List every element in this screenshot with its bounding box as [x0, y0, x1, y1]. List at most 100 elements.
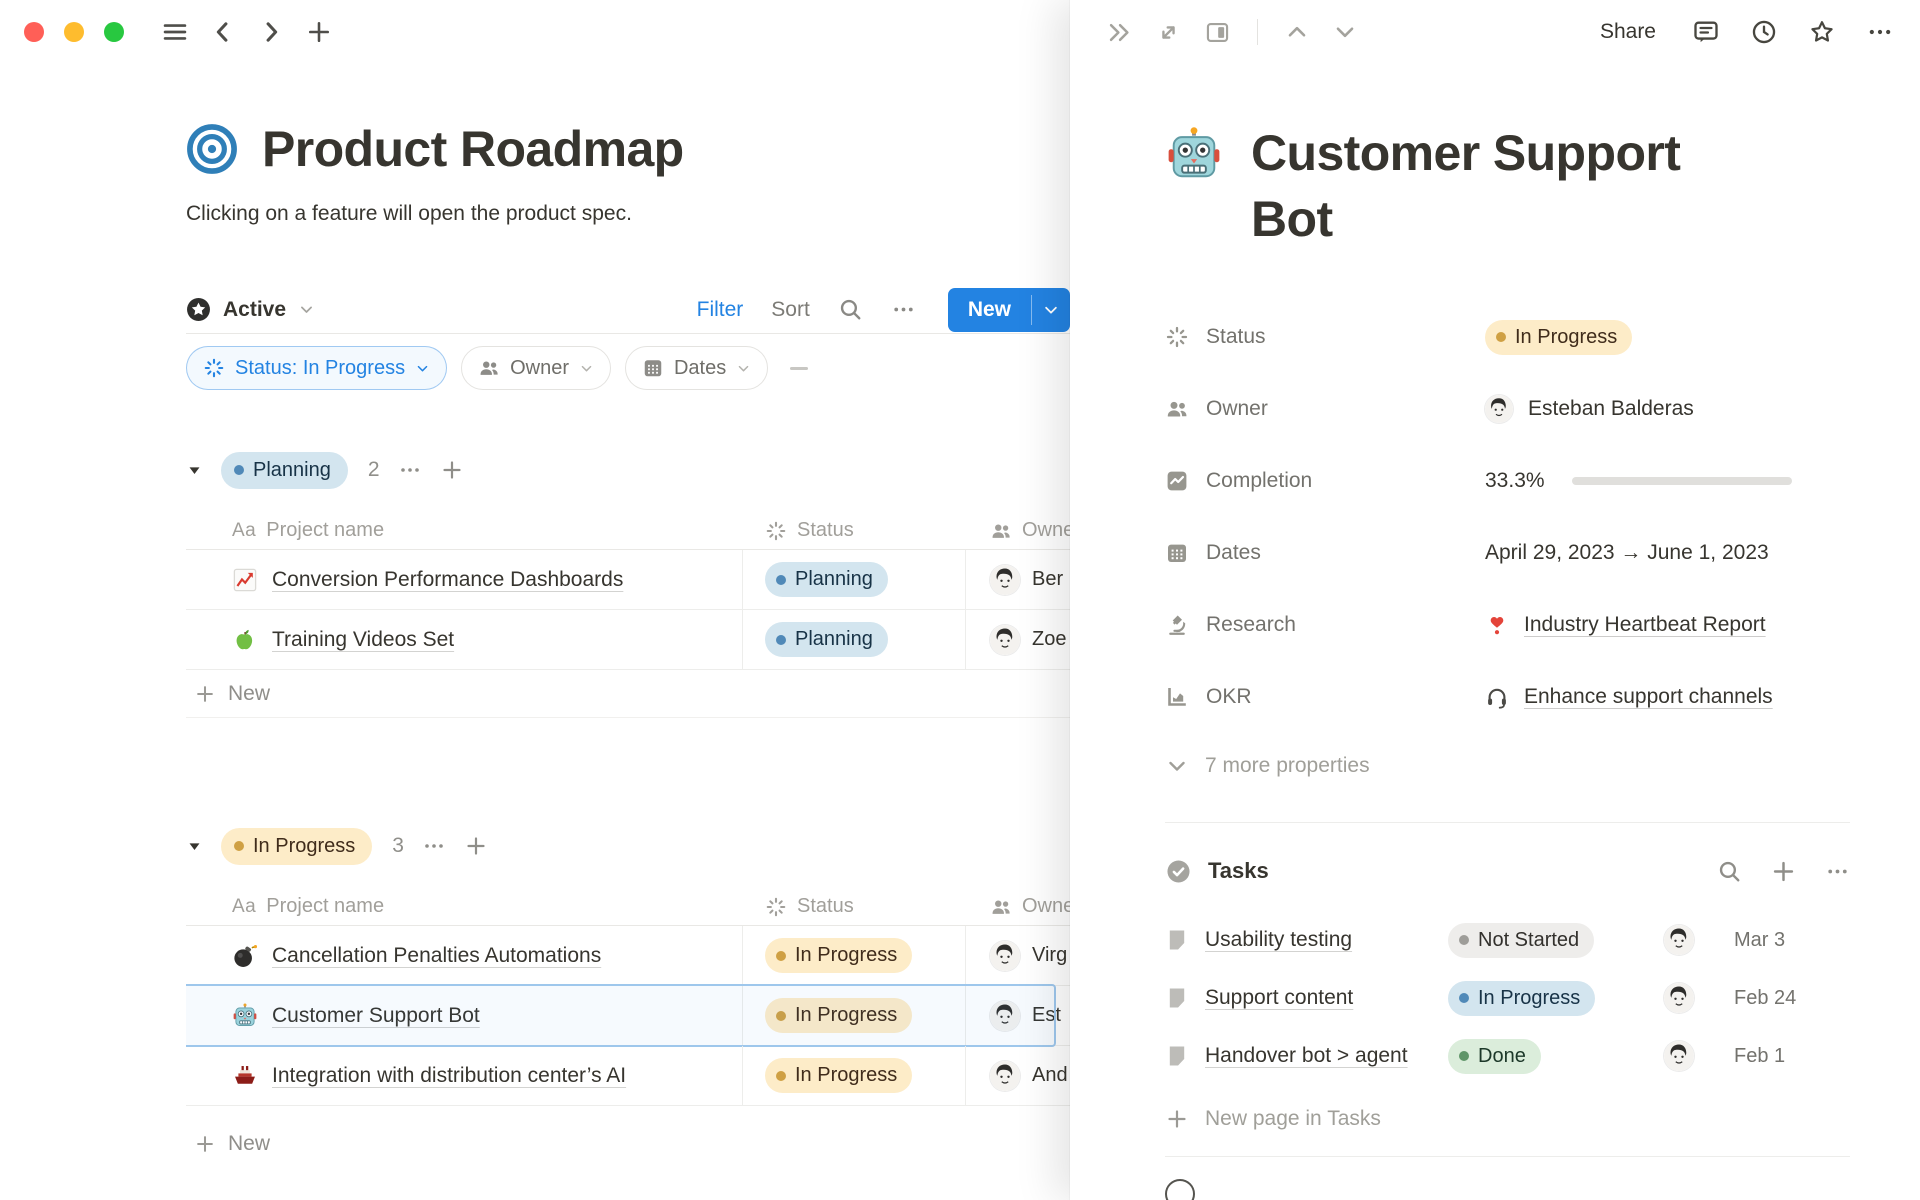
page-link[interactable]: Training Videos Set [232, 627, 454, 653]
peek-page-title: Customer Support Bot [1251, 120, 1771, 252]
property-label[interactable]: Owner [1165, 397, 1485, 421]
chevron-down-icon [579, 361, 594, 376]
group-toggle[interactable] [186, 838, 203, 855]
table-row[interactable]: Integration with distribution center’s A… [186, 1046, 1070, 1106]
task-link[interactable]: Usability testing [1165, 928, 1448, 952]
close-peek-button[interactable] [1106, 19, 1133, 46]
property-status: Status In Progress [1165, 312, 1850, 362]
zoom-window-button[interactable] [104, 22, 124, 42]
property-label[interactable]: Dates [1165, 541, 1485, 565]
robot-page-icon[interactable] [1165, 126, 1223, 184]
history-button[interactable] [1750, 18, 1778, 46]
minimize-window-button[interactable] [64, 22, 84, 42]
page-link[interactable]: Cancellation Penalties Automations [232, 943, 601, 969]
group-more-button[interactable] [422, 834, 446, 858]
property-label[interactable]: Completion [1165, 469, 1485, 493]
tasks-title[interactable]: Tasks [1208, 858, 1269, 884]
close-window-button[interactable] [24, 22, 44, 42]
property-label[interactable]: Research [1165, 613, 1485, 637]
calendar-icon [642, 357, 664, 379]
status-cell[interactable]: Planning [743, 550, 966, 609]
previous-page-button[interactable] [1284, 19, 1310, 45]
avatar [990, 625, 1020, 655]
owner-cell[interactable]: Virg [966, 926, 1070, 985]
toolbar-more-button[interactable] [891, 297, 916, 322]
add-filter-icon[interactable] [790, 367, 808, 370]
target-page-icon[interactable] [186, 123, 238, 175]
add-row-button[interactable]: New [186, 1120, 1070, 1160]
group-status-badge[interactable]: Planning [221, 452, 348, 489]
tasks-list: Usability testing Not Started Mar 3 Supp… [1165, 911, 1850, 1085]
column-header-owner[interactable]: Owner [966, 895, 1070, 918]
green-apple-icon [232, 627, 258, 653]
table-row[interactable]: Conversion Performance Dashboards Planni… [186, 550, 1070, 610]
status-cell[interactable]: In Progress [743, 926, 966, 985]
view-tab-active[interactable]: Active [186, 297, 315, 322]
group-more-button[interactable] [398, 458, 422, 482]
status-cell[interactable]: In Progress [743, 986, 966, 1045]
page-icon [1165, 986, 1189, 1010]
property-value[interactable]: In Progress [1485, 320, 1632, 355]
status-badge: In Progress [1485, 320, 1632, 355]
group-in-progress: In Progress 3 AaProject name Status Owne… [186, 826, 1070, 1160]
sort-button[interactable]: Sort [771, 298, 810, 322]
search-button[interactable] [838, 297, 863, 322]
task-row[interactable]: Handover bot > agent Done Feb 1 [1165, 1027, 1850, 1085]
double-chevron-right-icon [1106, 19, 1133, 46]
page-link[interactable]: Integration with distribution center’s A… [232, 1063, 626, 1089]
property-label[interactable]: Status [1165, 325, 1485, 349]
new-page-in-tasks-button[interactable]: New page in Tasks [1165, 1097, 1850, 1141]
table-row[interactable]: Cancellation Penalties Automations In Pr… [186, 926, 1070, 986]
owner-cell[interactable]: Est [966, 986, 1070, 1045]
page-more-button[interactable] [1866, 18, 1894, 46]
filter-chip-status[interactable]: Status: In Progress [186, 346, 447, 390]
group-add-button[interactable] [464, 834, 488, 858]
group-status-badge[interactable]: In Progress [221, 828, 372, 865]
new-button[interactable]: New [948, 288, 1070, 332]
tasks-more-button[interactable] [1825, 859, 1850, 884]
column-header-name[interactable]: AaProject name [186, 895, 743, 918]
status-burst-icon [765, 896, 787, 918]
task-link[interactable]: Handover bot > agent [1165, 1044, 1448, 1068]
group-planning: Planning 2 AaProject name Status Owner C… [186, 450, 1070, 718]
relation-link[interactable]: Industry Heartbeat Report [1485, 613, 1766, 637]
owner-cell[interactable]: And [966, 1046, 1070, 1105]
group-add-button[interactable] [440, 458, 464, 482]
relation-link[interactable]: Enhance support channels [1485, 685, 1773, 709]
filter-chip-owner[interactable]: Owner [461, 346, 611, 390]
property-value[interactable]: Esteban Balderas [1485, 395, 1694, 423]
owner-cell[interactable]: Ber [966, 550, 1070, 609]
owner-name: Esteban Balderas [1528, 397, 1694, 421]
column-header-status[interactable]: Status [743, 895, 966, 918]
date-range[interactable]: April 29, 2023 → June 1, 2023 [1485, 541, 1769, 565]
task-row[interactable]: Support content In Progress Feb 24 [1165, 969, 1850, 1027]
property-label[interactable]: OKR [1165, 685, 1485, 709]
page-link[interactable]: Conversion Performance Dashboards [232, 567, 623, 593]
tasks-add-button[interactable] [1770, 858, 1797, 885]
ellipsis-icon [398, 458, 422, 482]
column-header-name[interactable]: AaProject name [186, 519, 743, 542]
column-header-owner[interactable]: Owner [966, 519, 1070, 542]
more-properties-button[interactable]: 7 more properties [1165, 744, 1850, 788]
filter-chip-dates[interactable]: Dates [625, 346, 768, 390]
new-button-dropdown[interactable] [1032, 288, 1070, 332]
task-link[interactable]: Support content [1165, 986, 1448, 1010]
peek-mode-button[interactable] [1204, 19, 1231, 46]
comments-button[interactable] [1692, 18, 1720, 46]
table-row-selected[interactable]: Customer Support Bot In Progress Est [186, 986, 1070, 1046]
add-row-button[interactable]: New [186, 670, 1070, 718]
tasks-search-button[interactable] [1717, 859, 1742, 884]
favorite-button[interactable] [1808, 18, 1836, 46]
share-button[interactable]: Share [1600, 20, 1656, 44]
page-link[interactable]: Customer Support Bot [232, 1003, 480, 1029]
table-row[interactable]: Training Videos Set Planning Zoe [186, 610, 1070, 670]
task-row[interactable]: Usability testing Not Started Mar 3 [1165, 911, 1850, 969]
column-header-status[interactable]: Status [743, 519, 966, 542]
status-cell[interactable]: Planning [743, 610, 966, 669]
filter-button[interactable]: Filter [697, 298, 744, 322]
expand-page-button[interactable] [1155, 19, 1182, 46]
group-toggle[interactable] [186, 462, 203, 479]
status-cell[interactable]: In Progress [743, 1046, 966, 1105]
next-page-button[interactable] [1332, 19, 1358, 45]
owner-cell[interactable]: Zoe [966, 610, 1070, 669]
